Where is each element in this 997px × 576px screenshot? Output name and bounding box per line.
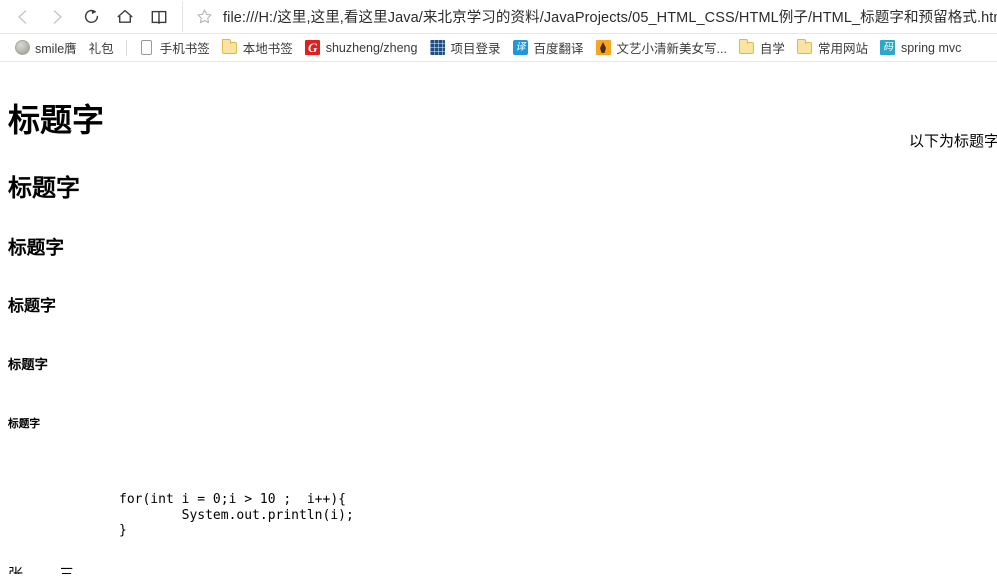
preformatted-code-block: for(int i = 0;i > 10 ; i++){ System.out.…	[119, 492, 354, 538]
bookmark-item-smile[interactable]: smile膺	[8, 37, 83, 59]
heading-level-4: 标题字	[8, 297, 57, 315]
bookmark-item-spring-mvc[interactable]: spring mvc	[874, 37, 967, 59]
bookmark-item-local[interactable]: 本地书签	[216, 37, 299, 59]
home-button[interactable]	[108, 2, 142, 32]
bookmark-label: 手机书签	[159, 42, 210, 56]
browser-toolbar: file:///H:/这里,这里,看这里Java/来北京学习的资料/JavaPr…	[0, 0, 997, 34]
bookmark-item-art[interactable]: 文艺小清新美女写...	[590, 37, 733, 59]
folder-icon	[739, 39, 755, 56]
bookmark-label: 项目登录	[450, 42, 501, 56]
art-icon	[596, 40, 612, 56]
bookmark-item-common-sites[interactable]: 常用网站	[791, 37, 874, 59]
translate-icon: 译	[512, 40, 528, 56]
heading-level-5: 标题字	[8, 357, 48, 373]
url-text: file:///H:/这里,这里,看这里Java/来北京学习的资料/JavaPr…	[223, 10, 997, 26]
bookmarks-bar: smile膺 礼包 手机书签 本地书签 G shuzheng/zheng 项目登…	[0, 34, 997, 62]
reading-mode-button[interactable]	[142, 2, 176, 32]
forward-button[interactable]	[40, 2, 74, 32]
heading-level-3: 标题字	[8, 238, 65, 260]
smile-avatar-icon	[14, 40, 30, 56]
star-icon	[196, 9, 212, 24]
bookmark-item-shuzheng[interactable]: G shuzheng/zheng	[299, 37, 424, 59]
heading-level-6: 标题字	[8, 417, 41, 430]
reload-button[interactable]	[74, 2, 108, 32]
bookmark-item-baidu-translate[interactable]: 译 百度翻译	[506, 37, 589, 59]
heading-level-1: 标题字	[8, 102, 105, 138]
spring-icon	[880, 40, 896, 56]
bookmark-label: shuzheng/zheng	[325, 40, 418, 55]
bookmark-item-project-login[interactable]: 项目登录	[423, 37, 506, 59]
address-bar[interactable]: file:///H:/这里,这里,看这里Java/来北京学习的资料/JavaPr…	[182, 1, 997, 32]
bookmark-label: 文艺小清新美女写...	[616, 42, 727, 56]
bookmark-item-self-study[interactable]: 自学	[733, 37, 791, 59]
folder-icon	[222, 39, 238, 56]
home-icon	[117, 9, 133, 23]
bookmark-label: 自学	[759, 42, 785, 56]
document-body: 标题字 标题字 标题字 标题字 标题字 标题字	[0, 62, 997, 454]
bookmark-label: 常用网站	[817, 42, 868, 56]
bookmark-label: spring mvc	[900, 40, 962, 55]
chevron-right-icon	[53, 9, 62, 24]
chevron-left-icon	[18, 9, 27, 24]
phone-icon	[139, 40, 155, 56]
page-viewport: 以下为标题字 标题字 标题字 标题字 标题字 标题字 标题字 for(int i…	[0, 62, 997, 574]
browser-chrome: file:///H:/这里,这里,看这里Java/来北京学习的资料/JavaPr…	[0, 0, 997, 62]
bookmark-label: 礼包	[88, 42, 114, 56]
bookmark-item-libao[interactable]: 礼包	[83, 37, 120, 59]
heading-level-2: 标题字	[8, 176, 80, 203]
back-button[interactable]	[6, 2, 40, 32]
bookmark-label: smile膺	[35, 42, 77, 56]
project-icon	[429, 40, 445, 56]
reload-icon	[84, 9, 98, 23]
bookmark-star-icon[interactable]	[193, 6, 215, 28]
g-logo-icon: G	[305, 40, 321, 56]
preformatted-name-block: 张 三 王大五	[8, 565, 75, 574]
bookmark-separator	[125, 39, 127, 56]
bookmark-label: 本地书签	[242, 42, 293, 56]
book-icon	[151, 10, 167, 24]
bookmark-label: 百度翻译	[533, 42, 584, 56]
bookmark-item-phone[interactable]: 手机书签	[133, 37, 216, 59]
folder-icon	[797, 39, 813, 56]
